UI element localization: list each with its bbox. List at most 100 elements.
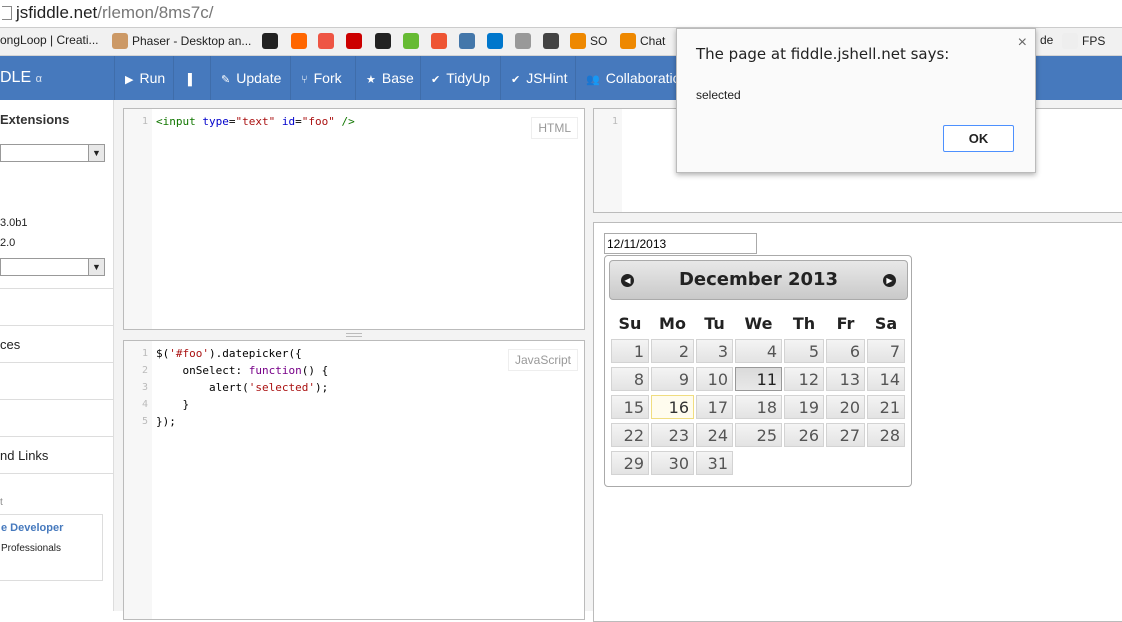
ask-icon	[431, 33, 447, 49]
ad-title[interactable]: e Developer	[1, 522, 63, 534]
day-cell[interactable]: 21	[867, 395, 905, 419]
library-option[interactable]: 3.0b1	[0, 217, 28, 229]
bookmark-item[interactable]	[459, 33, 475, 49]
fork-icon: ⑂	[301, 74, 308, 86]
bookmark-item[interactable]	[403, 33, 419, 49]
library-option[interactable]: 2.0	[0, 237, 15, 249]
day-cell[interactable]: 5	[784, 339, 824, 363]
run-button[interactable]: ▶ Run	[114, 56, 175, 100]
bookmark-item[interactable]: ongLoop | Creati...	[0, 33, 99, 47]
bookmark-item[interactable]	[262, 33, 278, 49]
day-cell[interactable]: 14	[867, 367, 905, 391]
weekday-header: We	[744, 313, 773, 333]
button-label: TidyUp	[446, 70, 491, 86]
day-cell[interactable]: 13	[826, 367, 865, 391]
bookmark-item[interactable]	[543, 33, 559, 49]
bookmark-item[interactable]: SO	[570, 33, 607, 49]
sidebar-item-resources[interactable]: ces	[0, 337, 20, 352]
ok-button[interactable]: OK	[943, 125, 1014, 152]
weekday-header: Mo	[659, 313, 686, 333]
bookmark-item[interactable]	[318, 33, 334, 49]
base-button[interactable]: ★ Base	[355, 56, 424, 100]
day-cell[interactable]: 24	[696, 423, 733, 447]
calendar-grid: Su Mo Tu We Th Fr Sa 1 2 3 4 5 6 7 8 9 10 11 12 13 14 15 16 17 1…	[609, 308, 907, 478]
stats-icon: ▐	[184, 74, 192, 86]
date-input[interactable]	[604, 233, 757, 254]
next-month-icon[interactable]: ▶	[883, 274, 896, 287]
library-select[interactable]: ▼	[0, 258, 105, 276]
weekday-header: Tu	[704, 313, 725, 333]
day-cell[interactable]: 12	[784, 367, 824, 391]
day-cell[interactable]: 18	[735, 395, 782, 419]
weekday-header: Su	[618, 313, 642, 333]
day-cell[interactable]: 19	[784, 395, 824, 419]
codepen-icon	[543, 33, 559, 49]
prev-month-icon[interactable]: ◀	[621, 274, 634, 287]
html-label: HTML	[531, 117, 578, 139]
resize-handle[interactable]	[346, 333, 362, 337]
day-cell[interactable]: 10	[696, 367, 733, 391]
day-cell[interactable]: 8	[611, 367, 649, 391]
chevron-down-icon: ▼	[88, 145, 104, 161]
update-button[interactable]: ✎ Update	[210, 56, 291, 100]
dialog-title: The page at fiddle.jshell.net says:	[696, 45, 950, 63]
html-editor[interactable]: 1 <input type="text" id="foo" /> HTML	[123, 108, 585, 330]
day-cell[interactable]: 1	[611, 339, 649, 363]
page-icon	[1062, 33, 1078, 49]
url-text[interactable]: jsfiddle.net/rlemon/8ms7c/	[16, 3, 213, 23]
day-cell[interactable]: 11	[735, 367, 782, 391]
day-cell[interactable]: 29	[611, 451, 649, 475]
bookmark-item[interactable]: Phaser - Desktop an...	[112, 33, 251, 49]
weekday-header: Fr	[836, 313, 855, 333]
bookmark-item[interactable]	[515, 33, 531, 49]
bookmark-item[interactable]	[375, 33, 391, 49]
js-editor[interactable]: 1 2 3 4 5 $('#foo').datepicker({ onSelect: f…	[123, 340, 585, 620]
line-number: 1	[611, 116, 618, 127]
tidyup-button[interactable]: ✔ TidyUp	[420, 56, 500, 100]
sidebar: Extensions ▼ 3.0b1 2.0 ▼ ces nd Links t …	[0, 100, 114, 611]
day-cell[interactable]: 30	[651, 451, 694, 475]
bookmark-label: de	[1040, 33, 1054, 47]
day-cell[interactable]: 17	[696, 395, 733, 419]
bookmark-item[interactable]: FPS	[1062, 33, 1105, 49]
day-cell[interactable]: 9	[651, 367, 694, 391]
weekday-header: Sa	[874, 313, 898, 333]
close-icon[interactable]: ×	[1018, 34, 1027, 52]
sidebar-item-links[interactable]: nd Links	[0, 448, 48, 463]
jshint-icon: ✔	[511, 74, 521, 86]
day-cell[interactable]: 25	[735, 423, 782, 447]
day-cell[interactable]: 3	[696, 339, 733, 363]
js-code[interactable]: $('#foo').datepicker({ onSelect: functio…	[156, 345, 328, 430]
day-cell[interactable]: 26	[784, 423, 824, 447]
day-cell[interactable]: 28	[867, 423, 905, 447]
stats-button[interactable]: ▐	[173, 56, 208, 100]
day-cell[interactable]: 27	[826, 423, 865, 447]
jshint-button[interactable]: ✔ JSHint	[500, 56, 577, 100]
update-icon: ✎	[221, 74, 231, 86]
day-cell[interactable]: 22	[611, 423, 649, 447]
html-code[interactable]: <input type="text" id="foo" />	[156, 113, 355, 130]
base-icon: ★	[366, 74, 376, 86]
bookmark-item[interactable]: de	[1040, 33, 1053, 47]
day-cell[interactable]: 6	[826, 339, 865, 363]
bookmark-item[interactable]	[487, 33, 503, 49]
ad-box[interactable]: e Developer Professionals	[0, 514, 103, 581]
bookmark-item[interactable]	[346, 33, 362, 49]
day-cell[interactable]: 2	[651, 339, 694, 363]
line-number: 1	[141, 348, 148, 359]
day-cell[interactable]: 7	[867, 339, 905, 363]
day-cell[interactable]: 20	[826, 395, 865, 419]
line-numbers: 1	[594, 109, 622, 212]
day-cell[interactable]: 23	[651, 423, 694, 447]
day-cell[interactable]: 4	[735, 339, 782, 363]
day-cell[interactable]: 16	[651, 395, 694, 419]
bookmark-item[interactable]	[431, 33, 447, 49]
bookmark-item[interactable]: Chat	[620, 33, 665, 49]
address-bar[interactable]: jsfiddle.net/rlemon/8ms7c/	[0, 0, 1122, 28]
framework-select[interactable]: ▼	[0, 144, 105, 162]
day-cell[interactable]: 31	[696, 451, 733, 475]
bookmark-item[interactable]	[291, 33, 307, 49]
fork-button[interactable]: ⑂ Fork	[290, 56, 352, 100]
reddit-icon	[515, 33, 531, 49]
day-cell[interactable]: 15	[611, 395, 649, 419]
